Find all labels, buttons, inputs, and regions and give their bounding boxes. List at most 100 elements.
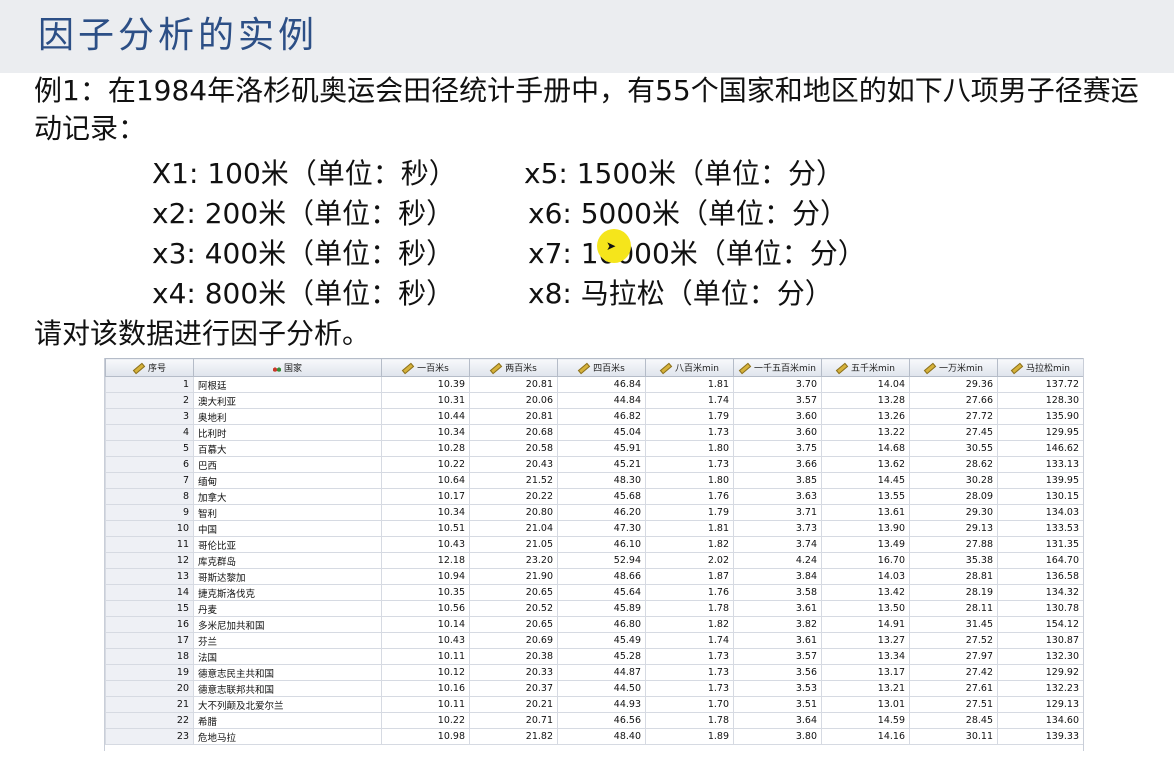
column-header[interactable]: 一百米s (381, 358, 470, 377)
value-cell[interactable]: 27.66 (909, 392, 998, 409)
value-cell[interactable]: 27.88 (909, 536, 998, 553)
value-cell[interactable]: 1.76 (645, 488, 734, 505)
value-cell[interactable]: 3.73 (733, 520, 822, 537)
value-cell[interactable]: 10.39 (381, 376, 470, 393)
value-cell[interactable]: 21.04 (469, 520, 558, 537)
country-cell[interactable]: 大不列颠及北爱尔兰 (193, 696, 382, 713)
value-cell[interactable]: 1.80 (645, 440, 734, 457)
value-cell[interactable]: 1.81 (645, 520, 734, 537)
value-cell[interactable]: 10.11 (381, 696, 470, 713)
value-cell[interactable]: 47.30 (557, 520, 646, 537)
value-cell[interactable]: 10.12 (381, 664, 470, 681)
value-cell[interactable]: 10.44 (381, 408, 470, 425)
value-cell[interactable]: 48.30 (557, 472, 646, 489)
country-cell[interactable]: 澳大利亚 (193, 392, 382, 409)
value-cell[interactable]: 130.87 (997, 632, 1083, 649)
value-cell[interactable]: 129.13 (997, 696, 1083, 713)
column-header[interactable]: 序号 (105, 358, 194, 377)
value-cell[interactable]: 10.22 (381, 456, 470, 473)
value-cell[interactable]: 20.69 (469, 632, 558, 649)
column-header[interactable]: 四百米s (557, 358, 646, 377)
value-cell[interactable]: 3.64 (733, 712, 822, 729)
value-cell[interactable]: 2.02 (645, 552, 734, 569)
value-cell[interactable]: 13.21 (821, 680, 910, 697)
value-cell[interactable]: 1.80 (645, 472, 734, 489)
value-cell[interactable]: 3.80 (733, 728, 822, 745)
value-cell[interactable]: 20.22 (469, 488, 558, 505)
value-cell[interactable]: 20.80 (469, 504, 558, 521)
value-cell[interactable]: 130.78 (997, 600, 1083, 617)
value-cell[interactable]: 10.34 (381, 504, 470, 521)
value-cell[interactable]: 27.97 (909, 648, 998, 665)
value-cell[interactable]: 10.14 (381, 616, 470, 633)
country-cell[interactable]: 哥斯达黎加 (193, 568, 382, 585)
value-cell[interactable]: 154.12 (997, 616, 1083, 633)
value-cell[interactable]: 10.31 (381, 392, 470, 409)
value-cell[interactable]: 14.91 (821, 616, 910, 633)
value-cell[interactable]: 45.91 (557, 440, 646, 457)
value-cell[interactable]: 1.73 (645, 456, 734, 473)
value-cell[interactable]: 45.64 (557, 584, 646, 601)
column-header[interactable]: 两百米s (469, 358, 558, 377)
column-header[interactable]: 国家 (193, 358, 382, 377)
value-cell[interactable]: 20.81 (469, 376, 558, 393)
country-cell[interactable]: 巴西 (193, 456, 382, 473)
country-cell[interactable]: 捷克斯洛伐克 (193, 584, 382, 601)
value-cell[interactable]: 12.18 (381, 552, 470, 569)
value-cell[interactable]: 134.32 (997, 584, 1083, 601)
country-cell[interactable]: 德意志民主共和国 (193, 664, 382, 681)
value-cell[interactable]: 13.50 (821, 600, 910, 617)
column-header[interactable]: 马拉松min (997, 358, 1083, 377)
value-cell[interactable]: 3.66 (733, 456, 822, 473)
value-cell[interactable]: 13.01 (821, 696, 910, 713)
value-cell[interactable]: 3.70 (733, 376, 822, 393)
value-cell[interactable]: 136.58 (997, 568, 1083, 585)
value-cell[interactable]: 21.05 (469, 536, 558, 553)
column-header[interactable]: 八百米min (645, 358, 734, 377)
value-cell[interactable]: 139.95 (997, 472, 1083, 489)
value-cell[interactable]: 3.74 (733, 536, 822, 553)
value-cell[interactable]: 48.66 (557, 568, 646, 585)
value-cell[interactable]: 13.61 (821, 504, 910, 521)
value-cell[interactable]: 1.79 (645, 504, 734, 521)
value-cell[interactable]: 27.72 (909, 408, 998, 425)
value-cell[interactable]: 44.87 (557, 664, 646, 681)
value-cell[interactable]: 135.90 (997, 408, 1083, 425)
value-cell[interactable]: 132.23 (997, 680, 1083, 697)
country-cell[interactable]: 比利时 (193, 424, 382, 441)
value-cell[interactable]: 1.82 (645, 616, 734, 633)
value-cell[interactable]: 164.70 (997, 552, 1083, 569)
value-cell[interactable]: 20.58 (469, 440, 558, 457)
data-grid[interactable]: 序号 国家 一百米s 两百米s 四百米s 八百米min 一千五百米min 五千米min 一万米m… (104, 358, 1084, 751)
value-cell[interactable]: 10.22 (381, 712, 470, 729)
country-cell[interactable]: 智利 (193, 504, 382, 521)
value-cell[interactable]: 1.81 (645, 376, 734, 393)
value-cell[interactable]: 14.03 (821, 568, 910, 585)
value-cell[interactable]: 10.43 (381, 536, 470, 553)
country-cell[interactable]: 阿根廷 (193, 376, 382, 393)
value-cell[interactable]: 28.81 (909, 568, 998, 585)
value-cell[interactable]: 46.80 (557, 616, 646, 633)
value-cell[interactable]: 1.73 (645, 680, 734, 697)
value-cell[interactable]: 46.10 (557, 536, 646, 553)
value-cell[interactable]: 46.56 (557, 712, 646, 729)
value-cell[interactable]: 3.58 (733, 584, 822, 601)
country-cell[interactable]: 危地马拉 (193, 728, 382, 745)
country-cell[interactable]: 缅甸 (193, 472, 382, 489)
value-cell[interactable]: 10.64 (381, 472, 470, 489)
value-cell[interactable]: 3.61 (733, 632, 822, 649)
value-cell[interactable]: 139.33 (997, 728, 1083, 745)
value-cell[interactable]: 10.35 (381, 584, 470, 601)
value-cell[interactable]: 146.62 (997, 440, 1083, 457)
value-cell[interactable]: 48.40 (557, 728, 646, 745)
value-cell[interactable]: 23.20 (469, 552, 558, 569)
value-cell[interactable]: 20.65 (469, 584, 558, 601)
value-cell[interactable]: 13.26 (821, 408, 910, 425)
country-cell[interactable]: 奥地利 (193, 408, 382, 425)
value-cell[interactable]: 13.22 (821, 424, 910, 441)
value-cell[interactable]: 30.28 (909, 472, 998, 489)
value-cell[interactable]: 13.34 (821, 648, 910, 665)
value-cell[interactable]: 29.30 (909, 504, 998, 521)
value-cell[interactable]: 10.34 (381, 424, 470, 441)
value-cell[interactable]: 27.61 (909, 680, 998, 697)
